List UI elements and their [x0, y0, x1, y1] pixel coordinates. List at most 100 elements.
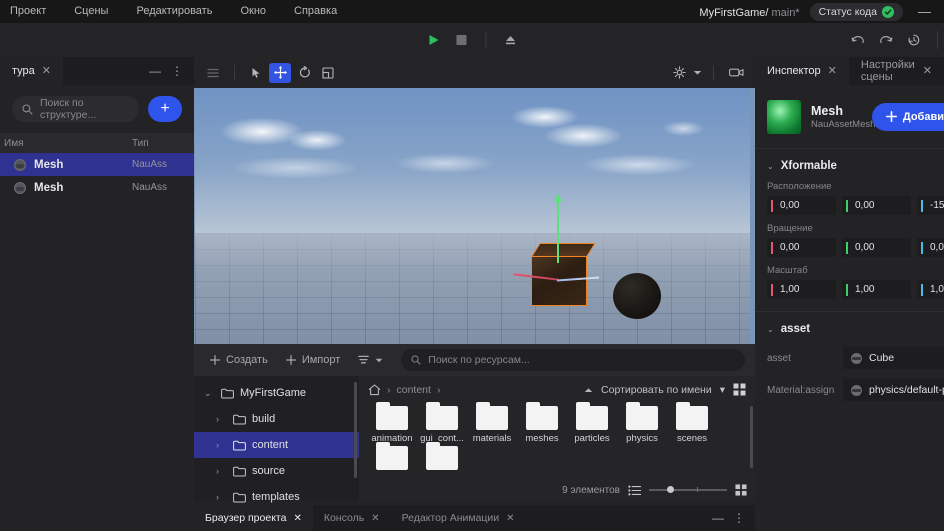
sort-caret-icon[interactable]: ▾ — [720, 384, 725, 396]
tab-structure[interactable]: тура ✕ — [0, 57, 63, 85]
grid-view-icon[interactable] — [733, 383, 746, 396]
folder-tree-item-build[interactable]: › build — [194, 406, 359, 432]
tab-scene-settings[interactable]: Настройки сцены ✕ — [849, 57, 944, 85]
scale-x-input[interactable]: 1,00 — [767, 280, 836, 299]
asset-folder-scenes[interactable]: scenes — [667, 406, 717, 444]
gizmo-settings-button[interactable] — [668, 63, 690, 83]
asset-folder-row2-1[interactable] — [367, 446, 417, 473]
rotate-tool-button[interactable] — [293, 63, 315, 83]
history-button[interactable] — [902, 29, 926, 51]
close-icon[interactable]: ✕ — [828, 66, 837, 77]
asset-folder-physics[interactable]: physics — [617, 406, 667, 444]
chevron-right-icon[interactable]: › — [216, 492, 227, 502]
filter-button[interactable] — [352, 349, 389, 371]
close-icon[interactable]: ✕ — [293, 513, 301, 524]
asset-search-input[interactable]: Поиск по ресурсам... — [401, 349, 745, 371]
scale-y-input[interactable]: 1,00 — [842, 280, 911, 299]
asset-grid-scrollbar[interactable] — [750, 406, 753, 468]
outliner-row-mesh-1[interactable]: Mesh NauAss — [0, 153, 194, 176]
material-assign-value-field[interactable]: physics/default-ph — [843, 379, 944, 401]
position-z-input[interactable]: -15,00 — [917, 196, 944, 215]
tab-console[interactable]: Консоль ✕ — [313, 505, 391, 531]
project-branch: main* — [771, 7, 799, 19]
menu-item-help[interactable]: Справка — [280, 0, 351, 23]
menu-item-project[interactable]: Проект — [0, 0, 60, 23]
asset-value-field[interactable]: Cube — [843, 347, 944, 369]
chevron-down-icon[interactable]: ⌄ — [204, 388, 215, 399]
window-minimize-button[interactable]: — — [913, 5, 936, 18]
menu-item-window[interactable]: Окно — [226, 0, 280, 23]
asset-folder-gui-content[interactable]: gui_cont... — [417, 406, 467, 444]
list-view-icon[interactable] — [628, 485, 641, 496]
stop-button[interactable] — [450, 29, 474, 51]
menu-item-scenes[interactable]: Сцены — [60, 0, 122, 23]
chevron-right-icon[interactable]: › — [216, 414, 227, 424]
position-x-input[interactable]: 0,00 — [767, 196, 836, 215]
outliner-row-mesh-2[interactable]: Mesh NauAss — [0, 176, 194, 199]
chevron-right-icon[interactable]: › — [216, 440, 227, 450]
import-asset-button[interactable]: Импорт — [280, 349, 346, 371]
tab-inspector[interactable]: Инспектор ✕ — [755, 57, 849, 85]
material-assign-key: Material:assign — [767, 385, 835, 396]
minimize-button[interactable]: — — [708, 512, 728, 524]
add-entity-button[interactable]: + — [148, 96, 182, 122]
close-icon[interactable]: ✕ — [506, 513, 514, 524]
menu-icon[interactable] — [202, 63, 224, 83]
tab-structure-label: тура — [12, 65, 35, 77]
home-icon[interactable] — [368, 384, 381, 396]
close-icon[interactable]: ✕ — [371, 513, 379, 524]
asset-folder-meshes[interactable]: meshes — [517, 406, 567, 444]
folder-tree-item-myfirstgame[interactable]: ⌄ MyFirstGame — [194, 380, 359, 406]
rotation-z-input[interactable]: 0,00 — [917, 238, 944, 257]
kebab-menu-icon[interactable]: ⋮ — [729, 512, 749, 524]
code-status-badge[interactable]: Статус кода — [810, 3, 903, 21]
folder-tree-item-source[interactable]: › source — [194, 458, 359, 484]
tab-animation-editor[interactable]: Редактор Анимации ✕ — [391, 505, 526, 531]
play-button[interactable] — [422, 29, 446, 51]
chevron-up-icon[interactable] — [584, 387, 593, 393]
chevron-down-icon[interactable]: ⌄ — [767, 162, 774, 171]
asset-search-placeholder: Поиск по ресурсам... — [428, 354, 529, 366]
undo-button[interactable] — [846, 29, 870, 51]
move-tool-button[interactable] — [269, 63, 291, 83]
asset-folder-animation[interactable]: animation — [367, 406, 417, 444]
asset-folder-row2-2[interactable] — [417, 446, 467, 473]
chevron-down-icon[interactable]: ⌄ — [767, 325, 774, 334]
thumbnail-size-slider[interactable] — [649, 484, 727, 496]
asset-folder-particles[interactable]: particles — [567, 406, 617, 444]
add-component-button[interactable]: Добави — [872, 103, 944, 131]
close-icon[interactable]: ✕ — [923, 66, 932, 77]
chevron-right-icon[interactable]: › — [216, 466, 227, 476]
asset-key: asset — [767, 353, 835, 364]
breadcrumb-folder[interactable]: content — [397, 384, 431, 396]
scale-z-input[interactable]: 1,00 — [917, 280, 944, 299]
scene-sphere-object[interactable] — [613, 273, 661, 319]
tab-project-browser[interactable]: Браузер проекта ✕ — [194, 505, 313, 531]
section-xformable[interactable]: ⌄ Xformable — [755, 149, 944, 179]
folder-tree-item-content[interactable]: › content — [194, 432, 359, 458]
create-asset-label: Создать — [226, 354, 268, 366]
redo-button[interactable] — [874, 29, 898, 51]
rotation-y-input[interactable]: 0,00 — [842, 238, 911, 257]
section-asset[interactable]: ⌄ asset — [755, 312, 944, 342]
asset-folder-materials[interactable]: materials — [467, 406, 517, 444]
minimize-button[interactable]: — — [145, 65, 165, 77]
position-y-input[interactable]: 0,00 — [842, 196, 911, 215]
grid-view-icon[interactable] — [735, 484, 747, 496]
close-icon[interactable]: ✕ — [42, 66, 51, 77]
build-button[interactable] — [499, 29, 523, 51]
camera-button[interactable] — [725, 63, 747, 83]
menu-item-edit[interactable]: Редактировать — [122, 0, 226, 23]
chevron-down-icon[interactable] — [693, 70, 702, 76]
3d-viewport[interactable] — [194, 88, 755, 344]
create-asset-button[interactable]: Создать — [204, 349, 274, 371]
scale-tool-button[interactable] — [317, 63, 339, 83]
search-input[interactable]: Поиск по структуре... — [12, 96, 139, 122]
rotation-x-input[interactable]: 0,00 — [767, 238, 836, 257]
select-tool-button[interactable] — [245, 63, 267, 83]
sort-label[interactable]: Сортировать по имени — [601, 384, 712, 396]
folder-tree-scrollbar[interactable] — [354, 382, 357, 478]
kebab-menu-icon[interactable]: ⋮ — [167, 65, 187, 77]
slider-knob[interactable] — [667, 486, 674, 493]
gizmo-axis-y[interactable] — [557, 201, 559, 263]
